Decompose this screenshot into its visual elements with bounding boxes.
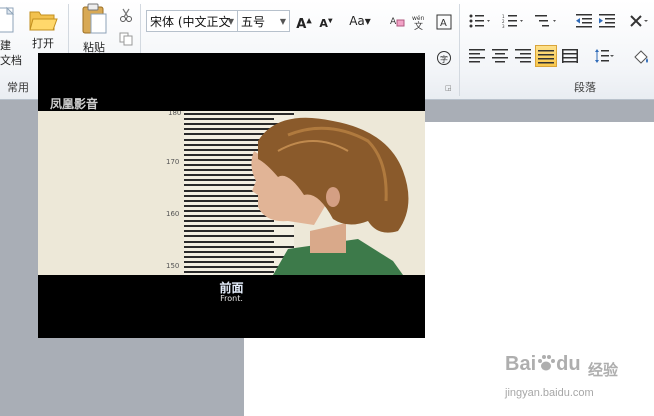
change-case-icon: Aa▾ [349,14,371,28]
paste-button[interactable]: 粘贴 [76,2,112,55]
line-spacing-button[interactable] [592,45,618,67]
justify-button[interactable] [535,45,557,67]
chevron-down-icon: ▼ [279,17,286,26]
paste-clipboard-icon [82,3,107,34]
shading-button[interactable] [630,45,652,67]
multilevel-list-icon [535,15,556,27]
increase-indent-icon [599,14,615,28]
copy-button[interactable] [115,28,137,50]
change-case-button[interactable]: Aa▾ [345,10,375,32]
justify-icon [538,50,554,64]
person-profile-image [251,117,409,275]
enclosed-character-icon: 字 [437,51,451,65]
bullets-button[interactable] [466,10,494,32]
paint-bucket-icon [634,50,648,64]
copy-icon [119,32,133,46]
grow-font-button[interactable]: A▲ [293,10,315,32]
svg-text:A: A [390,17,397,27]
new-document-icon [0,6,15,33]
font-size-value: 五号 [241,15,266,29]
new-document-label: 建 文档 [0,39,22,67]
align-left-button[interactable] [466,45,488,67]
numbering-icon: 1 2 3 [502,14,523,28]
baidu-jingyan-watermark: Bai du 经验 jingyan.baidu.com [505,353,635,413]
font-name-select[interactable]: 宋体 (中文正文 ▼ [146,10,238,32]
bullets-icon [469,14,490,28]
decrease-indent-icon [576,14,592,28]
align-left-icon [469,49,485,63]
phonetic-guide-button[interactable]: wén 文 [409,10,431,32]
align-center-button[interactable] [489,45,511,67]
scissors-icon [120,8,132,22]
align-right-button[interactable] [512,45,534,67]
numbering-button[interactable]: 1 2 3 [499,10,527,32]
chevron-down-icon: ▼ [227,17,234,26]
height-tick-label: 170 [166,158,180,166]
cut-button[interactable] [115,4,137,26]
multilevel-list-button[interactable] [532,10,560,32]
group-label-paragraph: 段落 [574,81,596,94]
chinese-layout-icon [630,15,648,27]
jingyan-url: jingyan.baidu.com [505,387,594,399]
jingyan-text: 经验 [588,361,619,379]
height-tick-label: 150 [166,262,180,270]
enclosed-character-button[interactable]: 字 [433,46,455,68]
svg-text:文: 文 [414,20,423,30]
font-size-select[interactable]: 五号 ▼ [237,10,290,32]
phonetic-guide-icon: wén 文 [412,15,425,30]
clear-format-icon: A [390,17,405,27]
folder-open-icon [29,11,58,31]
align-center-icon [492,49,508,63]
distributed-icon [562,49,578,63]
font-name-value: 宋体 (中文正文 [150,15,231,29]
clear-format-button[interactable]: A [386,10,408,32]
open-label: 打开 [32,37,54,50]
baidu-wordmark: Bai du [505,353,581,375]
video-overlay: 凤凰影音 180 170 160 150 前面 Front. [38,53,425,338]
character-border-icon: A [436,14,452,30]
svg-text:3: 3 [502,24,505,28]
baidu-paw-icon [538,355,556,371]
shrink-font-button[interactable]: A▼ [315,10,337,32]
new-document-button[interactable] [0,6,18,37]
grow-font-icon: A▲ [296,17,312,33]
height-tick-label: 180 [168,111,182,117]
decrease-indent-button[interactable] [573,10,595,32]
video-frame: 180 170 160 150 [38,111,425,275]
dialog-launcher-icon[interactable]: ◲ [445,84,452,92]
svg-text:wén: wén [412,15,425,22]
video-watermark: 凤凰影音 [50,97,99,111]
line-spacing-icon [595,49,614,63]
open-button[interactable]: 打开 [26,6,60,51]
group-label-common: 常用 [7,81,29,94]
group-separator [459,4,460,96]
increase-indent-button[interactable] [596,10,618,32]
svg-text:A: A [440,18,447,29]
svg-text:字: 字 [440,54,448,64]
shrink-font-icon: A▼ [319,16,333,30]
character-border-button[interactable]: A [433,10,455,32]
height-tick-label: 160 [166,210,180,218]
distributed-button[interactable] [559,45,581,67]
subtitle-english: Front. [220,294,243,303]
align-right-icon [515,49,531,63]
chinese-layout-button[interactable] [626,10,652,32]
